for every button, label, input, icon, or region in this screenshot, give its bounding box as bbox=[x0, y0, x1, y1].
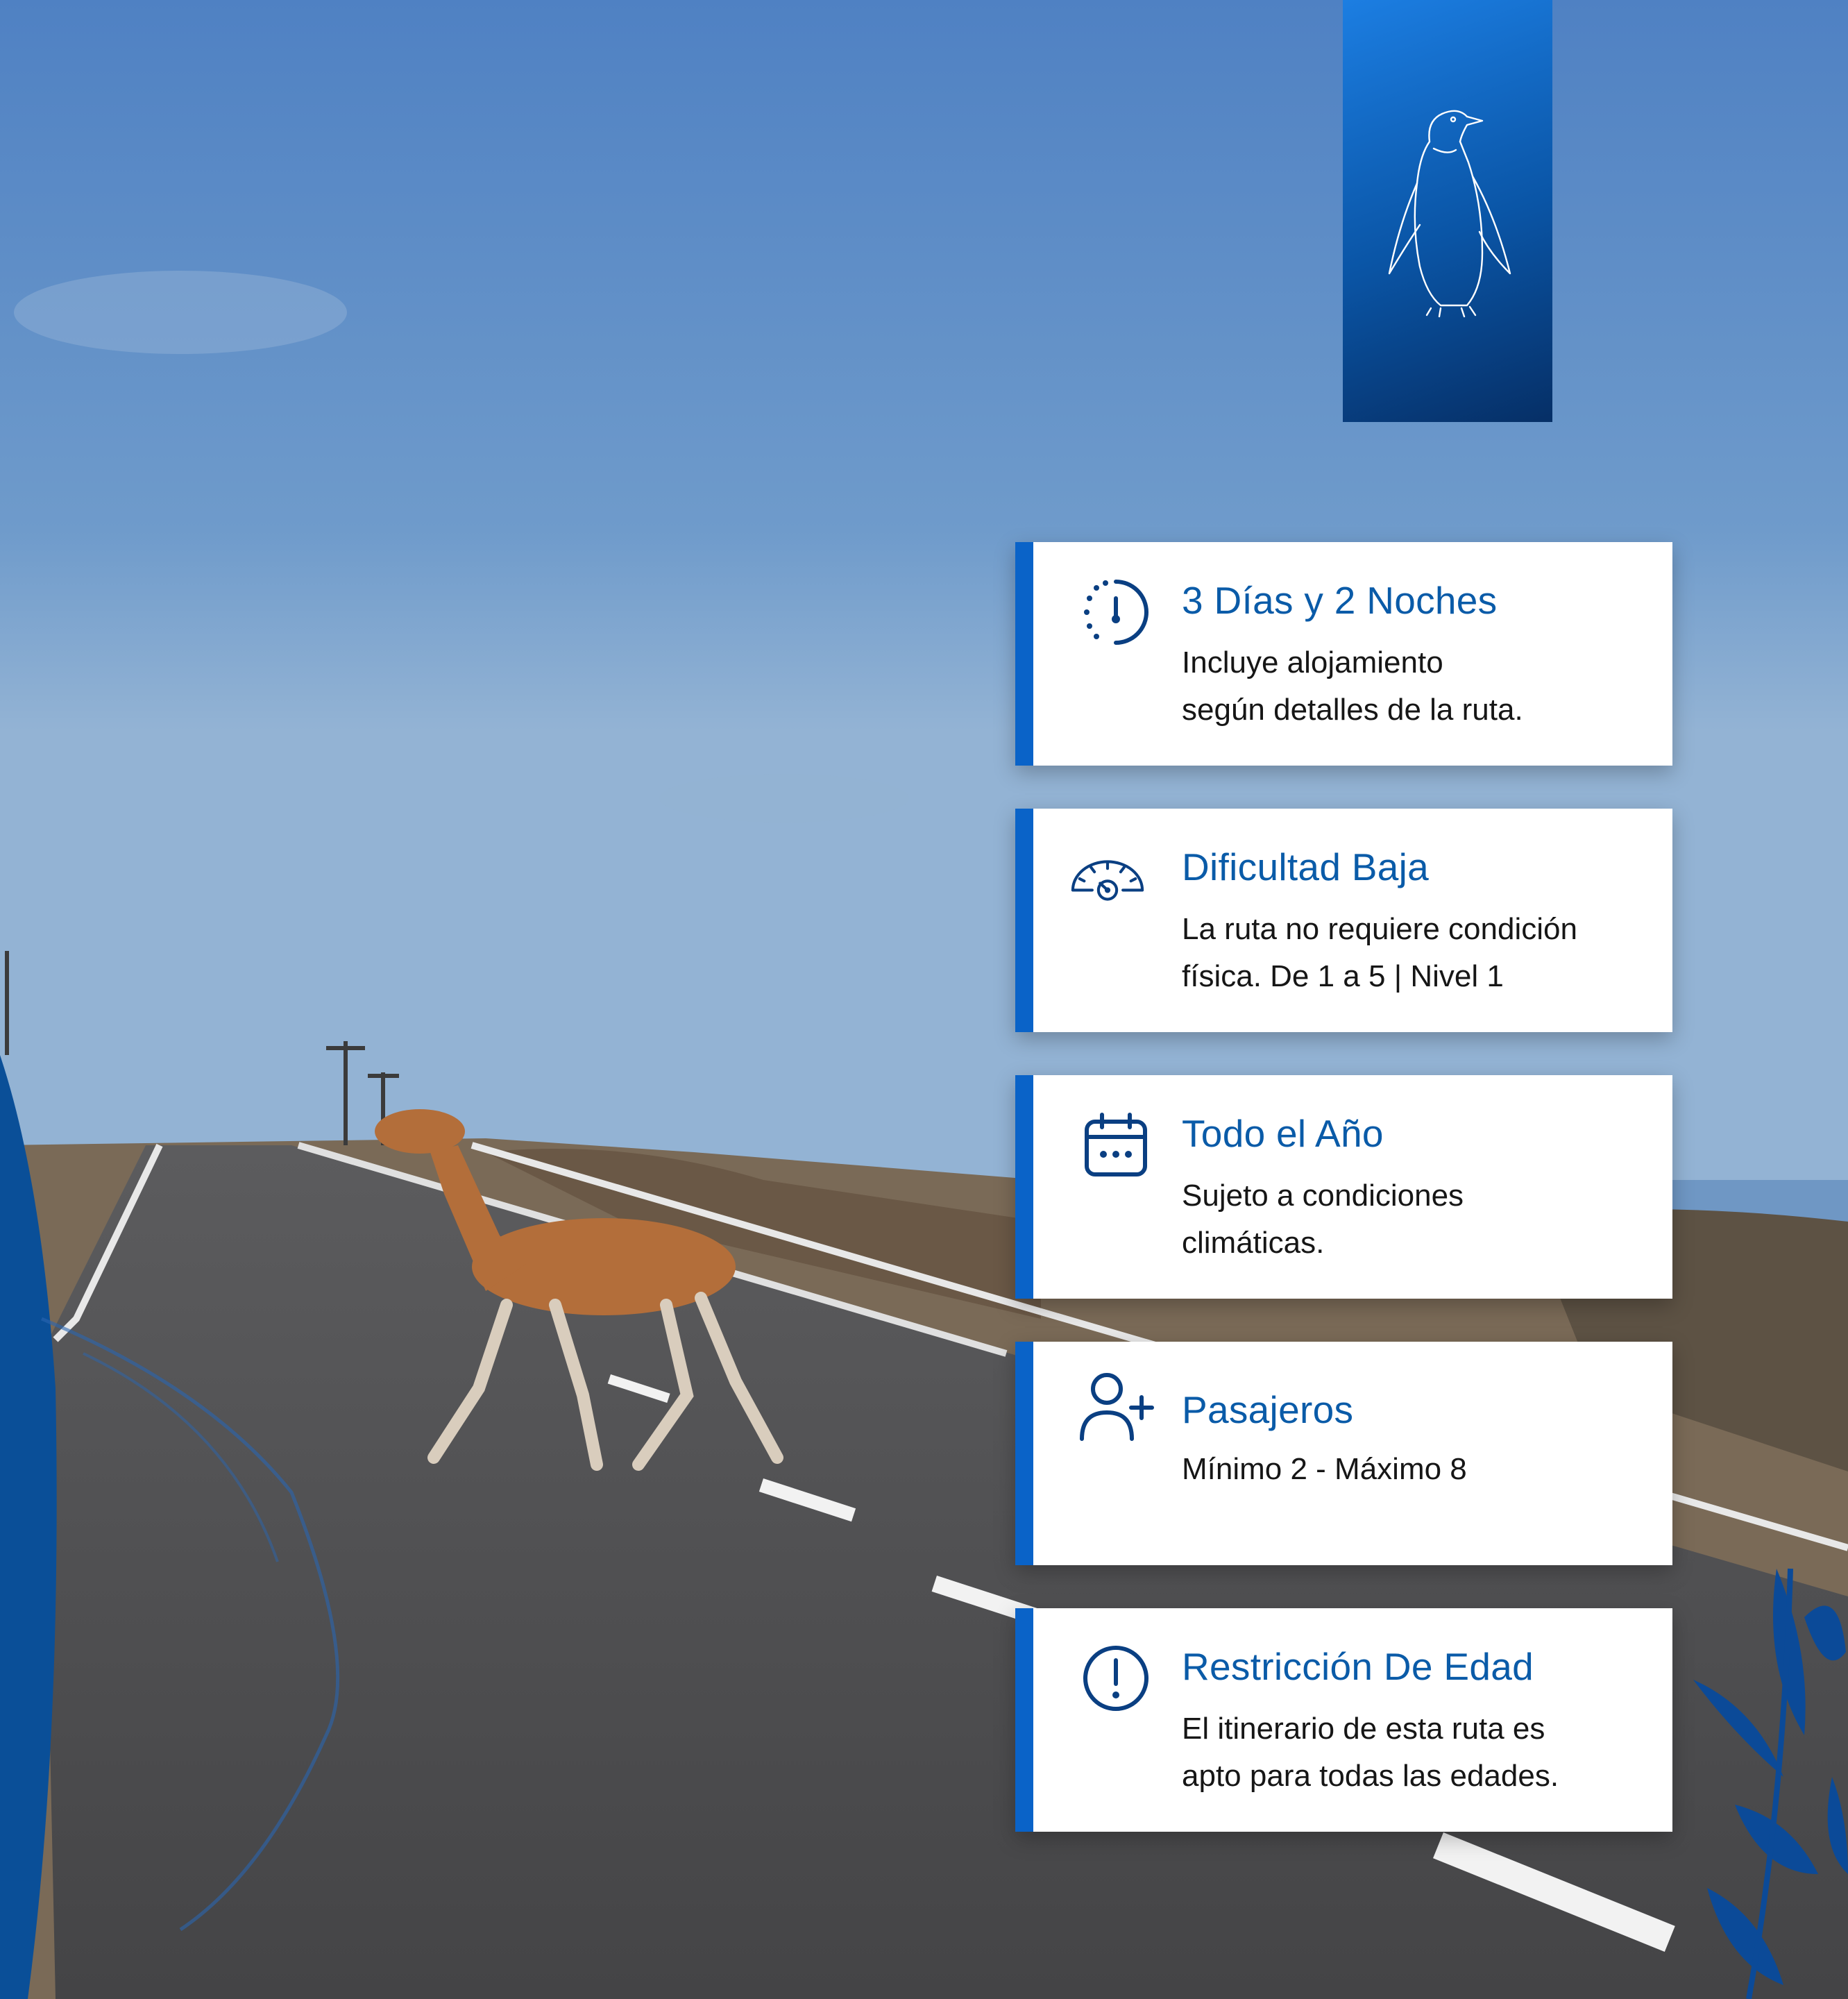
card-description-line: Sujeto a condiciones bbox=[1182, 1179, 1464, 1213]
card-description: La ruta no requiere condición física. De… bbox=[1182, 906, 1652, 1000]
info-card-passengers: Pasajeros Mínimo 2 - Máximo 8 bbox=[1015, 1342, 1672, 1565]
card-title: 3 Días y 2 Noches bbox=[1182, 579, 1498, 622]
info-card-difficulty: Dificultad Baja La ruta no requiere cond… bbox=[1015, 809, 1672, 1032]
card-description: El itinerario de esta ruta es apto para … bbox=[1182, 1705, 1652, 1800]
card-title: Pasajeros bbox=[1182, 1388, 1354, 1431]
clock-icon bbox=[1078, 574, 1154, 650]
info-card-duration: 3 Días y 2 Noches Incluye alojamiento se… bbox=[1015, 542, 1672, 766]
alert-icon bbox=[1078, 1640, 1154, 1717]
card-description-line: según detalles de la ruta. bbox=[1182, 693, 1523, 727]
card-description-line: La ruta no requiere condición bbox=[1182, 912, 1577, 946]
card-description: Incluye alojamiento según detalles de la… bbox=[1182, 639, 1652, 734]
card-description-line: climáticas. bbox=[1182, 1226, 1325, 1260]
penguin-panel bbox=[1343, 0, 1552, 422]
card-description-line: El itinerario de esta ruta es bbox=[1182, 1712, 1545, 1746]
card-title: Dificultad Baja bbox=[1182, 845, 1430, 888]
card-title: Todo el Año bbox=[1182, 1112, 1384, 1155]
calendar-icon bbox=[1078, 1107, 1154, 1183]
card-description: Mínimo 2 - Máximo 8 bbox=[1182, 1446, 1652, 1493]
info-card-season: Todo el Año Sujeto a condiciones climáti… bbox=[1015, 1075, 1672, 1299]
card-description-line: física. De 1 a 5 | Nivel 1 bbox=[1182, 959, 1504, 993]
card-description-line: Incluye alojamiento bbox=[1182, 646, 1443, 680]
card-description: Sujeto a condiciones climáticas. bbox=[1182, 1172, 1652, 1267]
add-user-icon bbox=[1078, 1369, 1154, 1446]
speedometer-icon bbox=[1069, 841, 1146, 917]
card-description-line: apto para todas las edades. bbox=[1182, 1759, 1559, 1793]
card-title: Restricción De Edad bbox=[1182, 1645, 1534, 1688]
info-card-age-restriction: Restricción De Edad El itinerario de est… bbox=[1015, 1608, 1672, 1832]
card-description-line: Mínimo 2 - Máximo 8 bbox=[1182, 1452, 1467, 1486]
penguin-icon bbox=[1388, 110, 1511, 318]
